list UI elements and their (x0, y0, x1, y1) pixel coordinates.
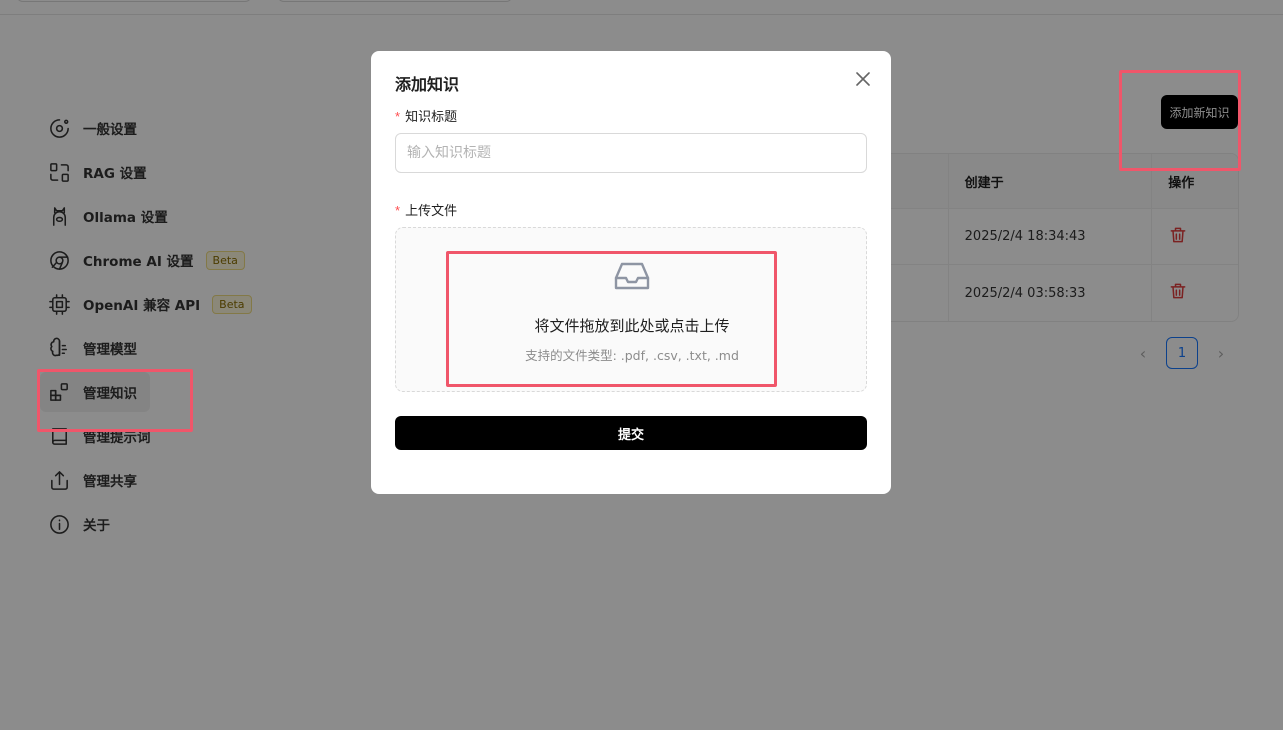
add-knowledge-dialog: 添加知识 * 知识标题 * 上传文件 将文件拖放到此处或点击上传 支持的文件类型: … (371, 51, 891, 494)
knowledge-title-input[interactable] (395, 133, 867, 173)
dropzone-hint: 支持的文件类型: .pdf, .csv, .txt, .md (525, 348, 739, 363)
title-field-label-text: 知识标题 (405, 110, 458, 125)
close-icon[interactable] (852, 68, 874, 90)
submit-button[interactable]: 提交 (395, 416, 867, 450)
required-mark: * (395, 203, 401, 218)
upload-field-label-text: 上传文件 (405, 204, 458, 219)
inbox-icon (612, 258, 652, 294)
dropzone-text: 将文件拖放到此处或点击上传 (534, 317, 730, 335)
required-mark: * (395, 109, 401, 124)
dialog-title: 添加知识 (395, 75, 460, 94)
title-field-label: * 知识标题 (395, 106, 457, 125)
file-dropzone[interactable]: 将文件拖放到此处或点击上传 支持的文件类型: .pdf, .csv, .txt,… (395, 227, 867, 392)
upload-field-label: * 上传文件 (395, 200, 457, 219)
